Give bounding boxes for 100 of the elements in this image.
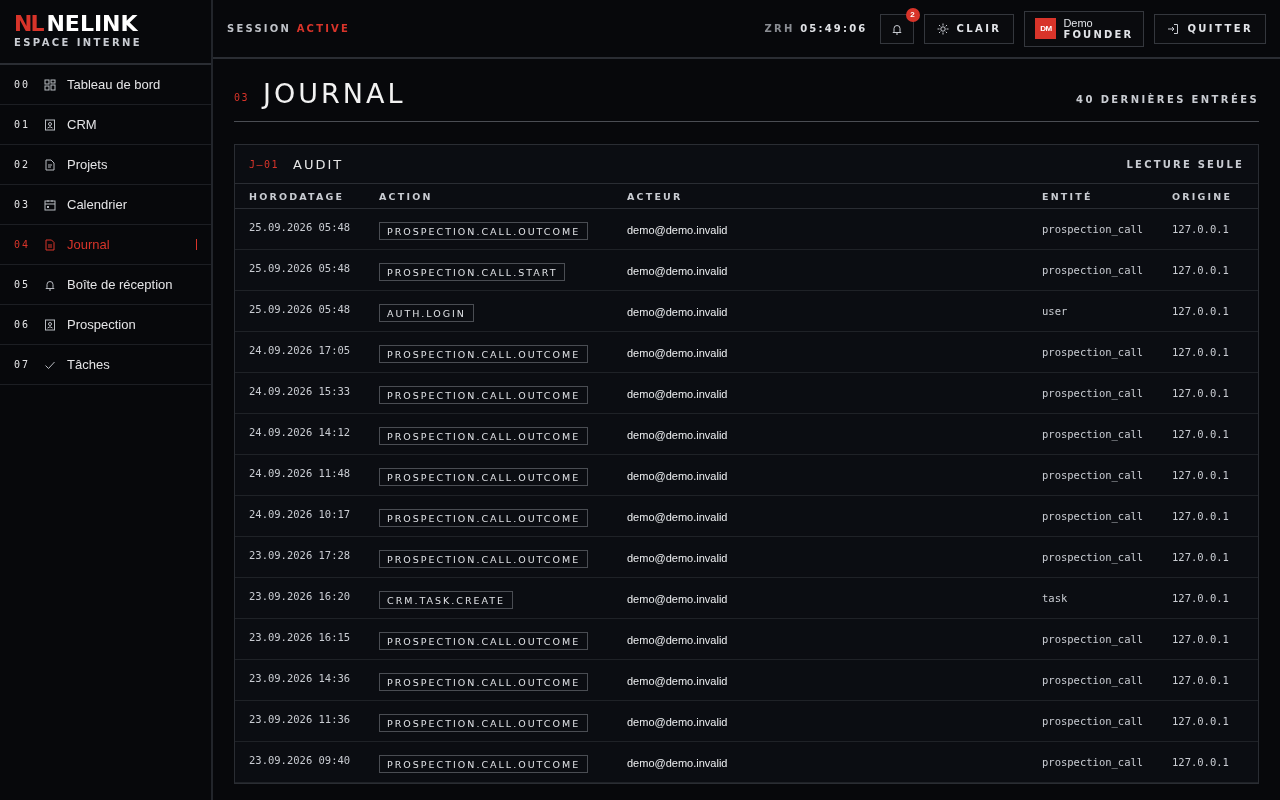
actor-cell-text: demo@demo.invalid (627, 593, 729, 605)
panel-code: J—01 (249, 158, 280, 170)
entity-cell-text: prospection_call (1042, 715, 1145, 727)
entity-cell-text: prospection_call (1042, 387, 1145, 399)
sidebar-item[interactable]: 05 Boîte de réception (0, 265, 211, 305)
document-icon (44, 158, 56, 171)
theme-button[interactable]: CLAIR (923, 13, 1015, 44)
panel-title: AUDIT (293, 156, 345, 172)
actor-cell-text: demo@demo.invalid (627, 511, 729, 523)
origin-cell-text: 127.0.0.1 (1172, 223, 1230, 235)
timestamp-cell-text: 23.09.2026 16:15 (249, 631, 352, 643)
actor-cell-text: demo@demo.invalid (627, 306, 729, 318)
origin-cell-text: 127.0.0.1 (1172, 674, 1230, 686)
action-tag: PROSPECTION.CALL.OUTCOME (379, 508, 589, 527)
action-tag: PROSPECTION.CALL.OUTCOME (379, 672, 589, 691)
timestamp-cell-text: 24.09.2026 15:33 (249, 385, 352, 397)
timestamp-cell-text: 23.09.2026 09:40 (249, 754, 352, 766)
entity-cell-text: prospection_call (1042, 223, 1145, 235)
sign-in-icon (1167, 22, 1180, 35)
origin-cell-text: 127.0.0.1 (1172, 428, 1230, 440)
column-header: ACTEUR (627, 190, 684, 202)
calendar-icon (44, 198, 56, 211)
clock: ZRH 05:49:06 (764, 23, 868, 34)
action-tag: CRM.TASK.CREATE (379, 590, 514, 609)
entry-count: 40 DERNIÈRES ENTRÉES (1076, 93, 1259, 105)
timestamp-cell-text: 24.09.2026 10:17 (249, 508, 352, 520)
sidebar-item[interactable]: 01 CRM (0, 105, 211, 145)
brand-subtitle: ESPACE INTERNE (14, 37, 144, 48)
entity-cell-text: prospection_call (1042, 428, 1145, 440)
timestamp-cell-text: 23.09.2026 14:36 (249, 672, 352, 684)
column-header: ENTITÉ (1042, 190, 1094, 202)
action-tag: PROSPECTION.CALL.OUTCOME (379, 426, 589, 445)
timestamp-cell-text: 25.09.2026 05:48 (249, 303, 352, 315)
brand-name: NELINK (46, 11, 138, 36)
action-tag: PROSPECTION.CALL.OUTCOME (379, 467, 589, 486)
action-tag: AUTH.LOGIN (379, 303, 474, 322)
page-title: JOURNAL (263, 77, 407, 109)
origin-cell-text: 127.0.0.1 (1172, 592, 1230, 604)
bell-icon (44, 278, 56, 291)
entity-cell-text: prospection_call (1042, 510, 1145, 522)
sidebar-item[interactable]: 00 Tableau de bord (0, 65, 211, 105)
timestamp-cell-text: 23.09.2026 16:20 (249, 590, 352, 602)
sidebar-item[interactable]: 06 Prospection (0, 305, 211, 345)
actor-cell-text: demo@demo.invalid (627, 388, 729, 400)
actor-cell-text: demo@demo.invalid (627, 757, 729, 769)
origin-cell-text: 127.0.0.1 (1172, 387, 1230, 399)
entity-cell-text: prospection_call (1042, 469, 1145, 481)
column-header: ACTION (379, 190, 434, 202)
entity-cell-text: task (1042, 592, 1069, 604)
entity-cell-text: prospection_call (1042, 674, 1145, 686)
actor-cell-text: demo@demo.invalid (627, 634, 729, 646)
timestamp-cell-text: 25.09.2026 05:48 (249, 262, 352, 274)
actor-cell-text: demo@demo.invalid (627, 552, 729, 564)
origin-cell-text: 127.0.0.1 (1172, 715, 1230, 727)
sidebar-item[interactable]: 04 Journal (0, 225, 211, 265)
logout-button[interactable]: QUITTER (1154, 13, 1266, 44)
timestamp-cell-text: 25.09.2026 05:48 (249, 221, 352, 233)
entity-cell-text: prospection_call (1042, 346, 1145, 358)
sidebar-item[interactable]: 02 Projets (0, 145, 211, 185)
timestamp-cell-text: 24.09.2026 17:05 (249, 344, 352, 356)
origin-cell-text: 127.0.0.1 (1172, 305, 1230, 317)
column-header: HORODATAGE (249, 190, 346, 202)
sidebar-item[interactable]: 03 Calendrier (0, 185, 211, 225)
timestamp-cell-text: 24.09.2026 14:12 (249, 426, 352, 438)
origin-cell-text: 127.0.0.1 (1172, 633, 1230, 645)
actor-cell-text: demo@demo.invalid (627, 265, 729, 277)
sidebar-item[interactable]: 07 Tâches (0, 345, 211, 385)
entity-cell-text: prospection_call (1042, 264, 1145, 276)
origin-cell-text: 127.0.0.1 (1172, 264, 1230, 276)
action-tag: PROSPECTION.CALL.OUTCOME (379, 754, 589, 773)
entity-cell-text: user (1042, 305, 1069, 317)
session-status: SESSION ACTIVE (227, 23, 352, 34)
action-tag: PROSPECTION.CALL.OUTCOME (379, 713, 589, 732)
timestamp-cell-text: 24.09.2026 11:48 (249, 467, 352, 479)
entity-cell-text: prospection_call (1042, 633, 1145, 645)
timestamp-cell-text: 23.09.2026 11:36 (249, 713, 352, 725)
actor-cell-text: demo@demo.invalid (627, 224, 729, 236)
actor-cell-text: demo@demo.invalid (627, 429, 729, 441)
actor-cell-text: demo@demo.invalid (627, 716, 729, 728)
entity-cell-text: prospection_call (1042, 756, 1145, 768)
sun-icon (936, 22, 949, 35)
column-header: ORIGINE (1172, 190, 1234, 202)
actor-cell-text: demo@demo.invalid (627, 675, 729, 687)
origin-cell-text: 127.0.0.1 (1172, 346, 1230, 358)
contact-card-icon (44, 318, 56, 331)
document-icon (44, 238, 56, 251)
origin-cell-text: 127.0.0.1 (1172, 510, 1230, 522)
user-menu-button[interactable]: DM Demo FOUNDER (1024, 10, 1145, 47)
origin-cell-text: 127.0.0.1 (1172, 551, 1230, 563)
timestamp-cell-text: 23.09.2026 17:28 (249, 549, 352, 561)
user-name: Demo (1063, 16, 1093, 29)
origin-cell-text: 127.0.0.1 (1172, 756, 1230, 768)
action-tag: PROSPECTION.CALL.OUTCOME (379, 344, 589, 363)
origin-cell-text: 127.0.0.1 (1172, 469, 1230, 481)
bell-icon (890, 22, 903, 35)
action-tag: PROSPECTION.CALL.START (379, 262, 566, 281)
notification-count: 2 (905, 7, 920, 22)
notifications-button[interactable] (879, 13, 914, 44)
contact-card-icon (44, 118, 56, 131)
read-only-label: LECTURE SEULE (1126, 158, 1244, 170)
